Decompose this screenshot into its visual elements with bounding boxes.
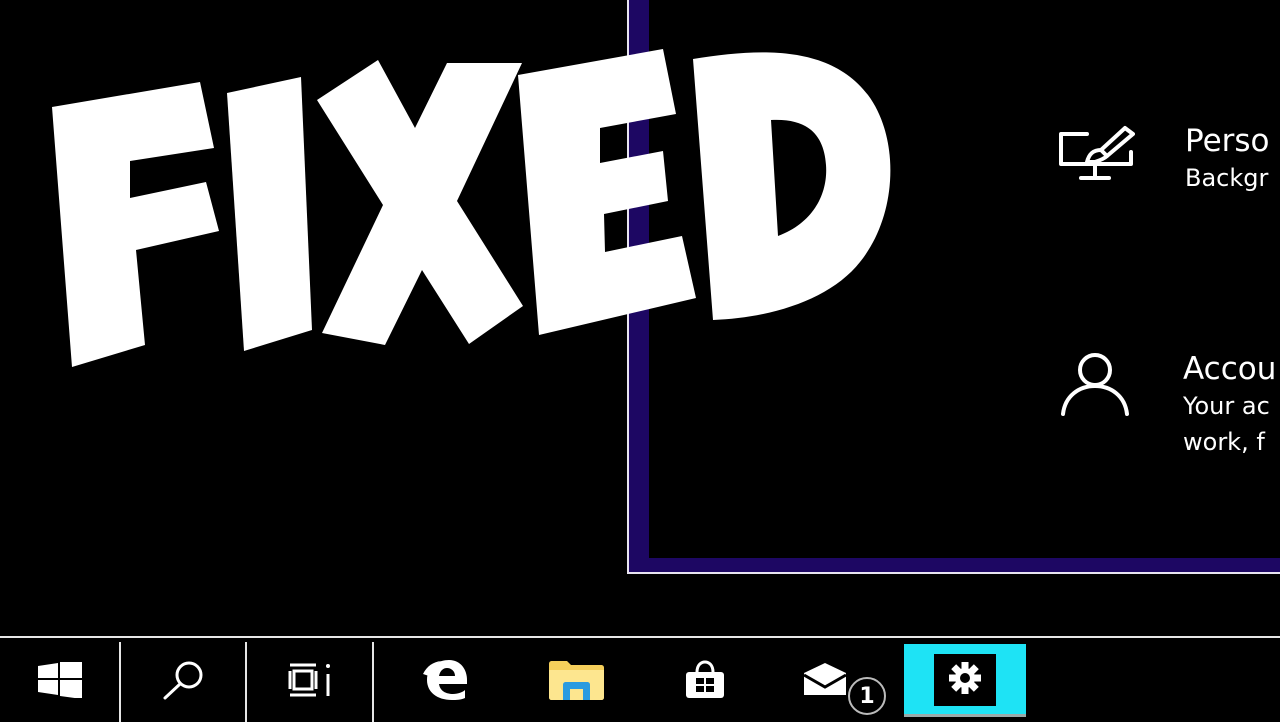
folder-icon: [547, 660, 605, 704]
task-view-icon: [288, 662, 334, 702]
gear-icon: [948, 661, 982, 699]
windows-logo-icon: [37, 659, 82, 702]
settings-item-personalization[interactable]: Perso Backgr: [1055, 122, 1270, 196]
mail-notification-badge: 1: [848, 677, 886, 715]
search-icon: [161, 660, 207, 704]
letter-i: [227, 77, 312, 351]
settings-button-inner: [934, 654, 996, 706]
settings-item-accounts[interactable]: Accou Your ac work, f: [1055, 350, 1276, 460]
store-bag-icon: [684, 660, 726, 704]
settings-item-description-line-1: Your ac: [1183, 392, 1270, 420]
accounts-icon: [1055, 350, 1135, 420]
settings-item-title: Accou: [1183, 351, 1277, 387]
settings-item-description: Backgr: [1185, 164, 1269, 192]
taskbar: [0, 636, 1280, 722]
settings-item-title: Perso: [1185, 123, 1270, 159]
mail-icon: [802, 663, 848, 701]
personalization-icon: [1055, 122, 1135, 184]
letter-e: [518, 49, 696, 335]
taskbar-search-button[interactable]: [123, 642, 247, 722]
edge-icon: [423, 660, 467, 704]
active-app-indicator: [904, 714, 1026, 717]
taskbar-start-button[interactable]: [0, 642, 121, 722]
taskbar-task-view-button[interactable]: [249, 642, 374, 722]
fixed-headline-graphic: FIXED: [52, 49, 891, 367]
taskbar-store-button[interactable]: [650, 642, 760, 722]
taskbar-settings-button[interactable]: [904, 644, 1026, 716]
taskbar-file-explorer-button[interactable]: [520, 642, 632, 722]
letter-d: [693, 52, 891, 321]
letter-f: [52, 82, 219, 367]
taskbar-edge-button[interactable]: [390, 642, 500, 722]
fixed-headline: FIXED: [48, 40, 928, 380]
settings-item-description-line-2: work, f: [1183, 428, 1265, 456]
letter-x: [317, 60, 523, 345]
